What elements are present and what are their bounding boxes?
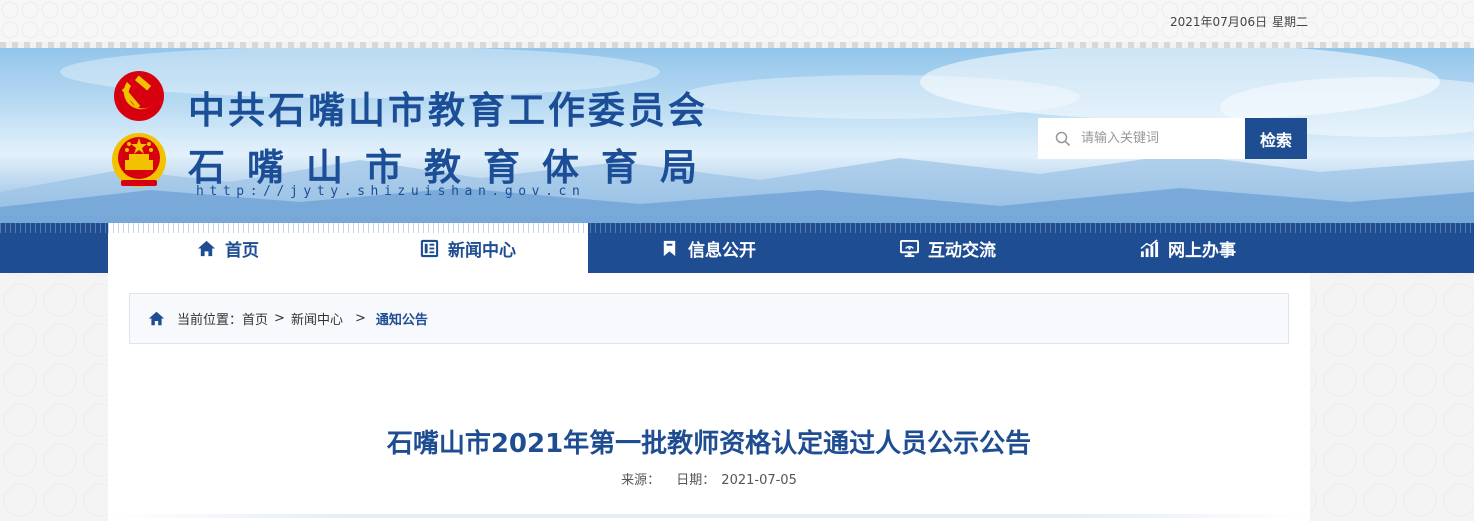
home-icon (197, 240, 216, 256)
breadcrumb-news-center[interactable]: 新闻中心 (291, 309, 343, 328)
party-national-emblem-logo (112, 71, 166, 187)
nav-item-news[interactable]: 新闻中心 (348, 223, 588, 273)
nav-item-label: 信息公开 (688, 240, 756, 261)
site-domain: http://jyty.shizuishan.gov.cn (196, 184, 586, 199)
national-emblem-icon (112, 133, 166, 187)
decorative-border (0, 42, 1474, 48)
nav-item-interaction[interactable]: 互动交流 (828, 223, 1068, 273)
nav-item-label: 网上办事 (1168, 240, 1236, 261)
breadcrumb-separator: > (274, 311, 285, 326)
header-banner: 中共石嘴山市教育工作委员会 石嘴山市教育体育局 http://jyty.shiz… (0, 42, 1474, 223)
current-weekday: 星期二 (1272, 15, 1309, 29)
breadcrumb: 当前位置： 首页 > 新闻中心 > 通知公告 (129, 293, 1289, 344)
main-content: 当前位置： 首页 > 新闻中心 > 通知公告 石嘴山市2021年第一批教师资格认… (108, 273, 1310, 521)
site-title-line2: 石嘴山市教育体育局 (188, 146, 719, 189)
nav-item-online-services[interactable]: 网上办事 (1068, 223, 1308, 273)
search-icon (1055, 131, 1071, 146)
title-divider (108, 514, 1310, 518)
search-bar: 检索 (1038, 118, 1307, 159)
current-date: 2021年07月06日 (1170, 15, 1268, 29)
article-meta: 来源： 日期： 2021-07-05 (108, 469, 1310, 488)
article-title: 石嘴山市2021年第一批教师资格认定通过人员公示公告 (386, 429, 1032, 459)
search-button[interactable]: 检索 (1245, 118, 1307, 159)
date-value: 2021-07-05 (721, 473, 797, 488)
site-title-line1: 中共石嘴山市教育工作委员会 (188, 89, 708, 132)
breadcrumb-home[interactable]: 首页 (242, 309, 268, 328)
nav-item-info-disclosure[interactable]: 信息公开 (588, 223, 828, 273)
breadcrumb-prefix: 当前位置： (177, 313, 243, 328)
monitor-icon (900, 239, 919, 257)
bar-chart-icon (1140, 238, 1159, 257)
breadcrumb-separator: > (354, 311, 366, 326)
home-icon (148, 311, 165, 326)
source-label: 来源： (621, 473, 661, 488)
news-list-icon (420, 239, 439, 257)
nav-item-home[interactable]: 首页 (108, 223, 348, 273)
search-box (1038, 118, 1245, 159)
search-input[interactable] (1081, 131, 1231, 146)
hammer-sickle-icon (114, 71, 164, 121)
nav-item-label: 互动交流 (928, 240, 996, 261)
date-label: 日期： (676, 473, 716, 488)
breadcrumb-notices[interactable]: 通知公告 (376, 309, 428, 328)
main-nav: 首页 新闻中心 信息公开 互动交流 网上办事 (0, 223, 1474, 273)
nav-item-label: 首页 (225, 240, 259, 261)
top-info-bar: 2021年07月06日 星期二 (0, 0, 1474, 42)
nav-item-label: 新闻中心 (448, 240, 516, 261)
bookmark-icon (663, 240, 676, 256)
